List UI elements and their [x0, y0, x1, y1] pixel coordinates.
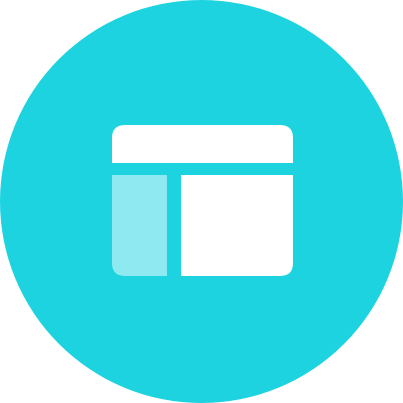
icon-canvas	[0, 0, 403, 403]
layout-main-panel	[181, 175, 293, 276]
layout-header-panel	[112, 125, 293, 163]
layout-sidebar-panel	[112, 175, 167, 276]
layout-icon	[0, 0, 403, 403]
